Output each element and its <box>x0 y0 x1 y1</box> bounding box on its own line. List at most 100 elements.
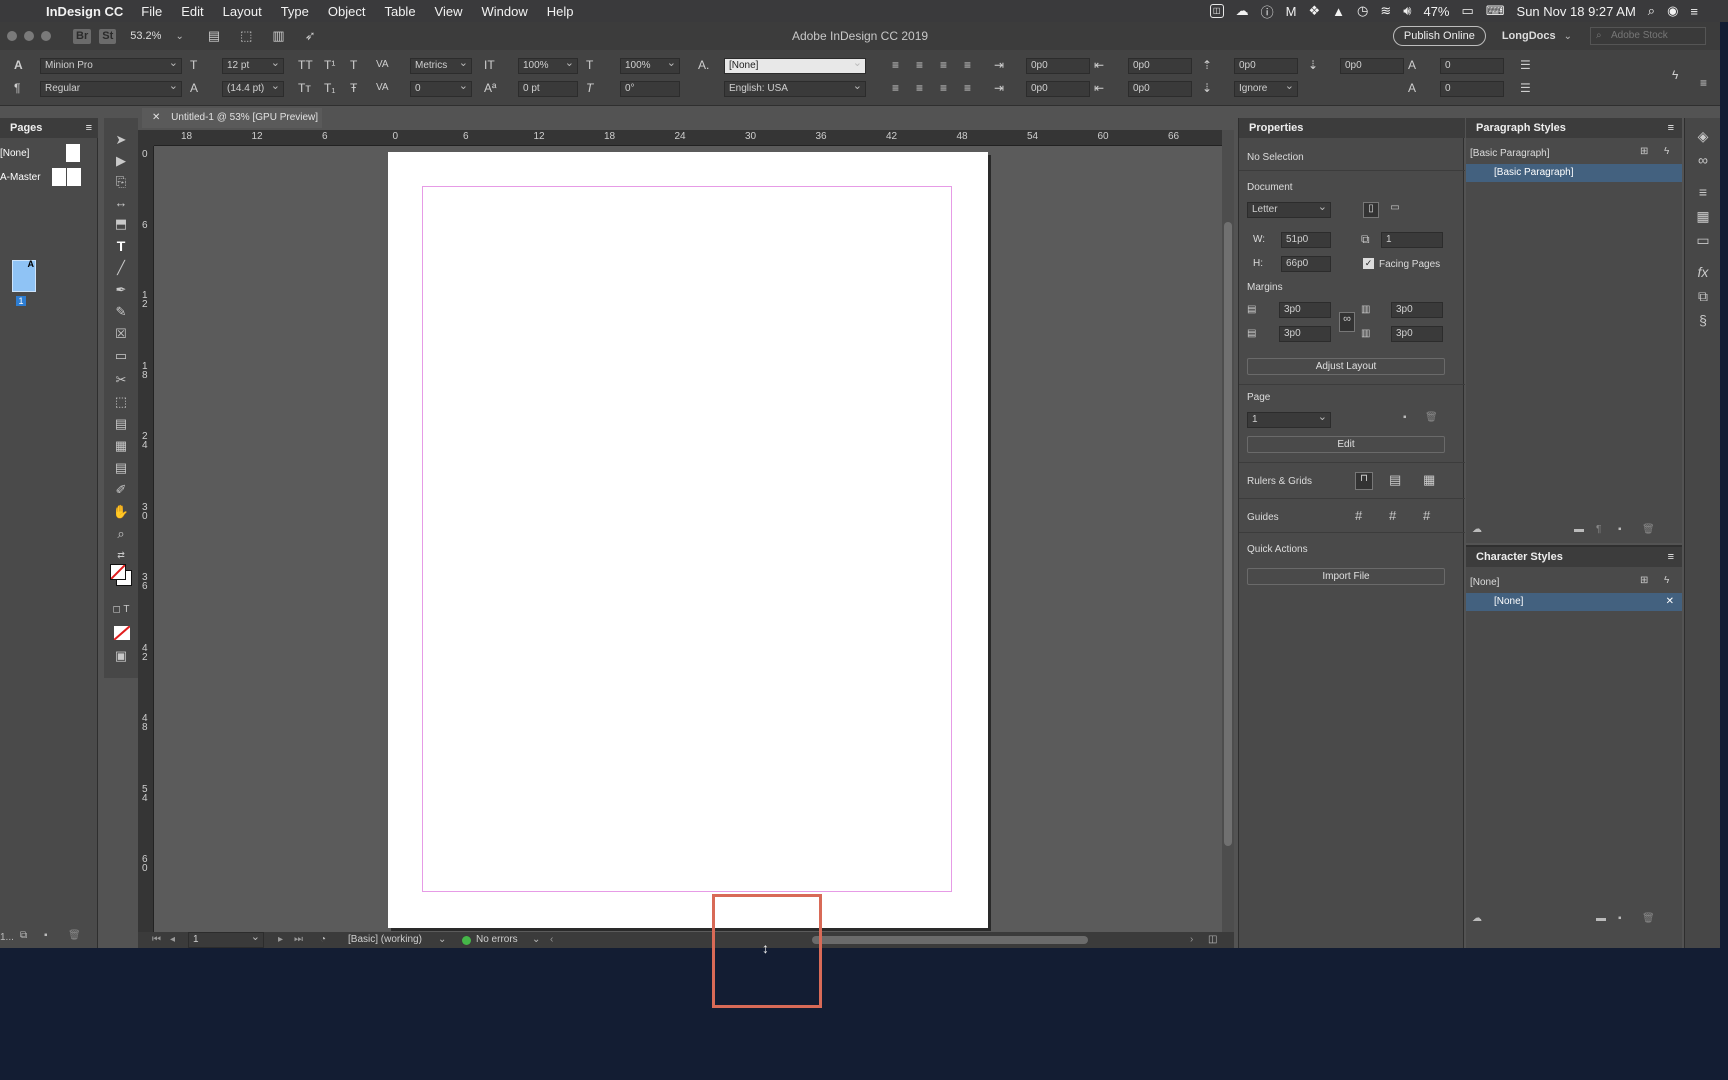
gap-tool-icon[interactable]: ↔ <box>104 195 138 210</box>
content-collector-icon[interactable]: ⬒ <box>104 216 138 232</box>
clock[interactable]: Sun Nov 18 9:27 AM <box>1517 4 1636 19</box>
line-tool-icon[interactable]: ╱ <box>104 260 138 276</box>
link-margins-icon[interactable]: ∞ <box>1339 312 1355 332</box>
language-field[interactable]: English: USA <box>724 81 866 97</box>
pen-tool-icon[interactable]: ✒ <box>104 282 138 298</box>
character-style-field[interactable]: [None] <box>724 58 866 74</box>
align-left-icon[interactable]: ≡ <box>892 58 899 72</box>
menu-object[interactable]: Object <box>328 4 366 19</box>
subscript-icon[interactable]: T₁ <box>324 81 335 95</box>
m-app-icon[interactable]: M <box>1286 4 1297 19</box>
bridge-button[interactable]: Br <box>73 28 92 44</box>
formatting-container-icon[interactable]: ◻ T <box>104 604 138 615</box>
show-guides-icon[interactable]: # <box>1355 508 1362 523</box>
font-style-field[interactable]: Regular <box>40 81 182 97</box>
document-width-field[interactable]: 51p0 <box>1281 232 1331 248</box>
layers-icon[interactable]: ◈ <box>1685 128 1721 145</box>
next-page-icon[interactable]: ▸ <box>278 932 283 948</box>
scroll-left-icon[interactable]: ‹ <box>550 932 553 948</box>
vertical-scale-field[interactable]: 100% <box>518 58 578 74</box>
new-page-icon[interactable]: ▪ <box>44 930 48 941</box>
menu-view[interactable]: View <box>435 4 463 19</box>
siri-icon[interactable]: ◉ <box>1667 3 1678 19</box>
drop-cap-chars-field[interactable]: 0 <box>1440 81 1504 97</box>
errors-dropdown-icon[interactable]: ⌄ <box>532 932 540 948</box>
none-master-label[interactable]: [None] <box>0 148 29 159</box>
right-indent-field[interactable]: 0p0 <box>1128 58 1192 74</box>
tracking-field[interactable]: 0 <box>410 81 472 97</box>
cc-libraries-icon[interactable]: § <box>1685 312 1721 328</box>
gradient-panel-icon[interactable]: ▭ <box>1685 232 1721 249</box>
previous-page-icon[interactable]: ◂ <box>170 932 175 948</box>
battery-percent[interactable]: 47% <box>1423 4 1449 19</box>
rectangle-frame-tool-icon[interactable]: ☒ <box>104 326 138 342</box>
preflight-profile[interactable]: [Basic] (working) <box>348 932 422 948</box>
swap-fill-stroke-icon[interactable]: ⇄ <box>104 550 138 561</box>
page-number-field[interactable]: 1 <box>188 932 264 948</box>
margin-bottom-field[interactable]: 3p0 <box>1279 326 1331 342</box>
pages-panel-menu-icon[interactable]: ≡ <box>86 118 92 138</box>
zoom-tool-icon[interactable]: ⌕ <box>104 526 138 542</box>
edit-page-button[interactable]: Edit <box>1247 436 1445 453</box>
eyedropper-tool-icon[interactable]: ✐ <box>104 482 138 498</box>
new-style-from-selection-icon[interactable]: ⊞ <box>1640 146 1648 157</box>
delete-page-icon[interactable]: 🗑︎ <box>68 930 81 941</box>
vertical-ruler[interactable]: 0 6 1 2 1 8 2 4 3 0 3 6 4 2 4 8 5 4 6 0 <box>138 146 154 942</box>
free-transform-tool-icon[interactable]: ⬚ <box>104 394 138 410</box>
align-grid-field[interactable]: Ignore <box>1234 81 1298 97</box>
space-after-field[interactable]: 0p0 <box>1340 58 1404 74</box>
page-tool-icon[interactable]: ⎘ <box>104 174 138 190</box>
hand-tool-icon[interactable]: ✋ <box>104 504 138 520</box>
font-family-field[interactable]: Minion Pro <box>40 58 182 74</box>
new-char-style-group-icon[interactable]: ▬ <box>1596 913 1606 924</box>
adobe-stock-search[interactable]: ⌕ Adobe Stock <box>1590 27 1706 45</box>
links-icon[interactable]: ∞ <box>1685 152 1721 168</box>
scroll-right-icon[interactable]: › <box>1190 932 1193 948</box>
zoom-window-button[interactable] <box>41 31 51 41</box>
note-tool-icon[interactable]: ▤ <box>104 460 138 476</box>
pencil-tool-icon[interactable]: ✎ <box>104 304 138 320</box>
small-caps-icon[interactable]: Tт <box>298 81 311 95</box>
horizontal-ruler[interactable]: 18 12 6 0 6 12 18 24 30 36 42 48 54 60 66 <box>154 130 1222 146</box>
screen-mode-tool-icon[interactable]: ▣ <box>104 648 138 664</box>
new-char-style-from-selection-icon[interactable]: ⊞ <box>1640 575 1648 586</box>
stroke-swatch[interactable] <box>110 564 126 580</box>
drop-cap-lines-field[interactable]: 0 <box>1440 58 1504 74</box>
paragraph-styles-menu-icon[interactable]: ≡ <box>1668 118 1674 138</box>
menu-file[interactable]: File <box>141 4 162 19</box>
gradient-feather-tool-icon[interactable]: ▦ <box>104 438 138 454</box>
horizontal-scrollbar-thumb[interactable] <box>812 936 1088 944</box>
all-caps-icon[interactable]: TT <box>298 58 313 72</box>
battery-icon[interactable]: ▭ <box>1461 3 1473 19</box>
page-select[interactable]: 1 <box>1247 412 1331 428</box>
publish-rocket-icon[interactable]: ➶ <box>305 28 316 44</box>
rectangle-tool-icon[interactable]: ▭ <box>104 348 138 364</box>
clear-char-overrides-icon[interactable]: ϟ <box>1664 575 1669 586</box>
close-window-button[interactable] <box>7 31 17 41</box>
document-grid-icon[interactable]: ▦ <box>1423 472 1435 488</box>
stock-button[interactable]: St <box>99 28 117 44</box>
spotlight-icon[interactable]: ⌕ <box>1648 3 1655 19</box>
pages-count-field[interactable]: 1 <box>1381 232 1443 248</box>
vertical-scrollbar-thumb[interactable] <box>1224 222 1232 846</box>
kerning-field[interactable]: Metrics <box>410 58 472 74</box>
character-style-row-none[interactable]: [None] ✕ <box>1466 593 1682 611</box>
delete-character-style-icon[interactable]: 🗑︎ <box>1642 913 1655 924</box>
character-styles-header[interactable]: Character Styles ≡ <box>1466 547 1682 567</box>
creative-cloud-icon[interactable]: ◫ <box>1209 4 1224 18</box>
justify-right-icon[interactable]: ≡ <box>916 81 923 95</box>
cc-sync-icon[interactable]: ☁ <box>1236 3 1249 19</box>
stroke-panel-icon[interactable]: ≡ <box>1685 184 1721 200</box>
profile-dropdown-icon[interactable]: ⌄ <box>438 932 446 948</box>
delete-page-properties-icon[interactable]: 🗑︎ <box>1425 412 1438 423</box>
clear-style-overrides-icon[interactable]: ¶ <box>1596 524 1601 535</box>
arrange-documents-icon[interactable]: ▥ <box>272 28 284 44</box>
last-page-icon[interactable]: ⏭ <box>294 932 303 948</box>
character-styles-menu-icon[interactable]: ≡ <box>1668 547 1674 567</box>
page-1-thumbnail[interactable]: A <box>12 259 36 292</box>
wifi-icon[interactable]: ≋ <box>1380 3 1391 19</box>
new-paragraph-style-icon[interactable]: ▪ <box>1618 524 1622 535</box>
adjust-layout-button[interactable]: Adjust Layout <box>1247 358 1445 375</box>
type-tool-icon[interactable]: T <box>104 238 138 254</box>
last-line-indent-field[interactable]: 0p0 <box>1128 81 1192 97</box>
